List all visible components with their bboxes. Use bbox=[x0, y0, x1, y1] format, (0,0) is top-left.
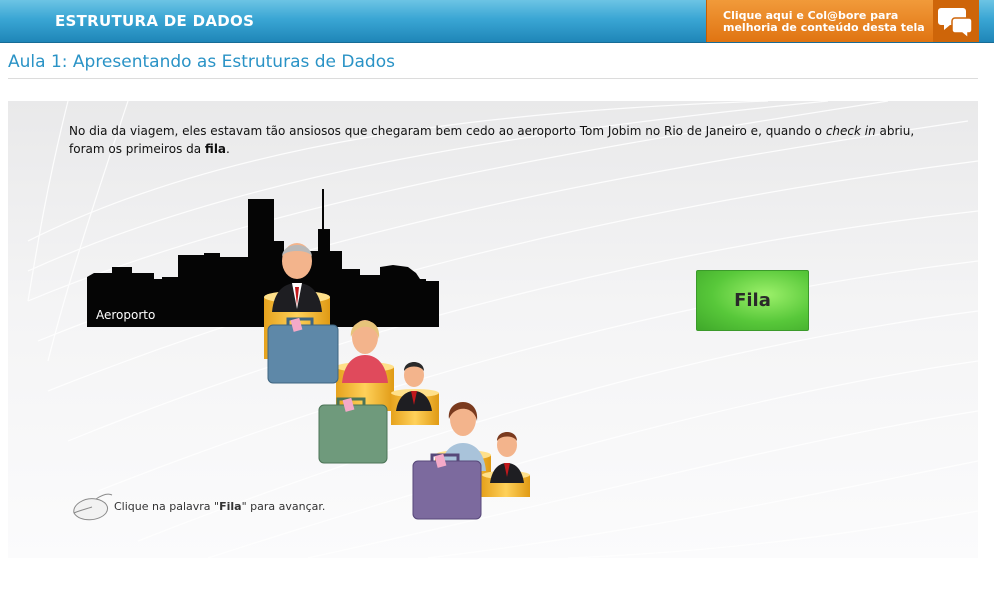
hint-keyword: Fila bbox=[219, 500, 242, 513]
top-bar: ESTRUTURA DE DADOS Clique aqui e Col@bor… bbox=[0, 0, 994, 43]
suitcase-2 bbox=[318, 397, 388, 464]
airport-skyline bbox=[87, 189, 439, 327]
hint-suffix: " para avançar. bbox=[241, 500, 326, 513]
title-divider bbox=[8, 78, 978, 79]
person-boy-1 bbox=[396, 362, 432, 411]
person-boy-2 bbox=[490, 432, 524, 483]
fila-button[interactable]: Fila bbox=[696, 270, 809, 331]
course-title: ESTRUTURA DE DADOS bbox=[55, 12, 255, 30]
suitcase-1 bbox=[267, 317, 339, 384]
hint-text: Clique na palavra "Fila" para avançar. bbox=[114, 500, 325, 513]
collaborate-line-2: melhoria de conteúdo desta tela bbox=[723, 21, 925, 34]
airport-scene: Aeroporto bbox=[87, 189, 530, 520]
speech-bubbles-icon[interactable] bbox=[933, 0, 979, 42]
suitcase-3 bbox=[412, 453, 482, 520]
skyline-label: Aeroporto bbox=[96, 308, 155, 322]
hint-prefix: Clique na palavra " bbox=[114, 500, 220, 513]
navigation-hint: Clique na palavra "Fila" para avançar. bbox=[70, 491, 325, 525]
collaborate-button[interactable]: Clique aqui e Col@bore para melhoria de … bbox=[706, 0, 979, 42]
content-stage: No dia da viagem, eles estavam tão ansio… bbox=[8, 101, 978, 558]
collaborate-text: Clique aqui e Col@bore para melhoria de … bbox=[723, 10, 925, 34]
lesson-title: Aula 1: Apresentando as Estruturas de Da… bbox=[8, 52, 395, 72]
mouse-icon bbox=[73, 493, 113, 521]
person-woman-blonde bbox=[342, 320, 388, 383]
